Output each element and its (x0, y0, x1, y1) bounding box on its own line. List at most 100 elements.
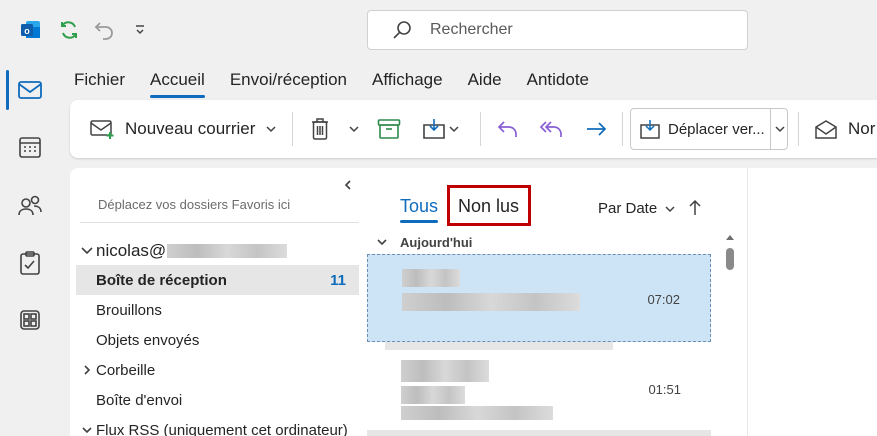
message-list: Tous Non lus Par Date Aujourd'hui 07:02 … (365, 168, 747, 436)
redacted-preview (401, 406, 553, 420)
move-to-button[interactable] (422, 100, 460, 158)
app-rail (0, 60, 60, 436)
folder-label: Flux RSS (uniquement cet ordinateur) (96, 421, 348, 436)
highlight-box (447, 185, 531, 226)
folder-label: Brouillons (96, 301, 162, 319)
chevron-down-icon[interactable] (348, 123, 360, 135)
favorites-hint: Déplacez vos dossiers Favoris ici (98, 197, 291, 212)
chevron-down-icon[interactable] (774, 123, 786, 135)
move-folder-icon (423, 119, 445, 139)
tab-aide[interactable]: Aide (468, 70, 502, 92)
tab-antidote[interactable]: Antidote (527, 70, 589, 92)
mail-icon[interactable] (0, 65, 60, 115)
mark-read-button[interactable]: Nor (814, 100, 875, 158)
folder-label: Objets envoyés (96, 331, 200, 349)
title-bar: o Rechercher (0, 0, 877, 60)
move-folder-icon (640, 120, 660, 139)
group-header[interactable]: Aujourd'hui (365, 232, 711, 252)
chevron-down-icon (81, 247, 93, 255)
move-to-label: Déplacer ver... (668, 120, 765, 138)
folder-pane: Déplacez vos dossiers Favoris ici nicola… (70, 168, 365, 436)
chevron-right-icon[interactable] (81, 363, 93, 377)
folder-outbox[interactable]: Boîte d'envoi (76, 385, 359, 415)
folder-drafts[interactable]: Brouillons (76, 295, 359, 325)
separator (292, 112, 293, 146)
chevron-down-icon[interactable] (265, 123, 277, 135)
trash-icon (312, 118, 328, 140)
chevron-down-icon[interactable] (448, 123, 460, 135)
tab-envoi-reception[interactable]: Envoi/réception (230, 70, 347, 92)
open-envelope-icon (815, 120, 837, 139)
folder-inbox[interactable]: Boîte de réception 11 (76, 265, 359, 295)
separator (798, 112, 799, 146)
message-item[interactable]: 01:51 (367, 352, 711, 436)
divider (80, 222, 359, 223)
account-name: nicolas@ (96, 241, 167, 260)
customize-dropdown-icon[interactable] (127, 17, 153, 43)
unread-count: 11 (330, 271, 346, 289)
scroll-up-icon[interactable] (725, 232, 735, 242)
tab-fichier[interactable]: Fichier (74, 70, 125, 92)
svg-text:o: o (24, 26, 30, 36)
new-mail-label: Nouveau courrier (125, 119, 256, 138)
message-divider (385, 342, 613, 350)
search-placeholder: Rechercher (430, 21, 513, 38)
sort-dropdown[interactable]: Par Date (598, 200, 676, 217)
forward-icon (587, 122, 607, 136)
separator (480, 112, 481, 146)
redacted-subject (401, 386, 465, 404)
redacted-subject (402, 293, 580, 311)
undo-icon[interactable] (92, 17, 118, 43)
folder-label: Corbeille (96, 361, 156, 379)
sort-label: Par Date (598, 200, 658, 217)
move-to-folder-button[interactable]: Déplacer ver... (630, 108, 788, 150)
people-icon[interactable] (0, 181, 60, 231)
message-item[interactable]: 07:02 (367, 254, 711, 342)
sync-icon[interactable] (56, 17, 82, 43)
archive-button[interactable] (377, 100, 401, 158)
collapse-pane-icon[interactable] (342, 178, 354, 192)
redacted-sender (402, 269, 460, 287)
apps-icon[interactable] (0, 295, 60, 345)
chevron-down-icon (377, 239, 387, 246)
reading-pane (747, 168, 877, 436)
tab-accueil[interactable]: Accueil (150, 70, 205, 98)
chevron-down-icon (665, 205, 675, 212)
reply-all-button[interactable] (539, 100, 565, 158)
folder-rss[interactable]: Flux RSS (uniquement cet ordinateur) (76, 415, 359, 436)
search-box[interactable]: Rechercher (367, 10, 748, 50)
message-divider (367, 430, 711, 436)
ribbon-toolbar: Nouveau courrier Déplacer ver... Nor (70, 100, 877, 158)
calendar-icon[interactable] (0, 122, 60, 172)
tab-all[interactable]: Tous (400, 196, 439, 223)
folder-deleted[interactable]: Corbeille (76, 355, 359, 385)
redacted-email (167, 244, 288, 258)
mark-read-label: Nor (848, 119, 876, 138)
message-time: 07:02 (647, 292, 680, 307)
new-mail-icon (90, 120, 114, 139)
new-mail-button[interactable]: Nouveau courrier (90, 100, 277, 158)
filter-tabs: Tous Non lus Par Date (365, 168, 747, 228)
tab-affichage[interactable]: Affichage (372, 70, 443, 92)
reply-all-icon (539, 121, 562, 137)
group-label: Aujourd'hui (400, 234, 473, 250)
todo-icon[interactable] (0, 238, 60, 288)
menu-bar: Fichier Accueil Envoi/réception Affichag… (74, 70, 614, 98)
folder-label: Boîte d'envoi (96, 391, 183, 409)
chevron-down-icon[interactable] (81, 423, 93, 436)
scrollbar[interactable] (722, 230, 740, 436)
separator (622, 112, 623, 146)
account-header[interactable]: nicolas@ (80, 241, 288, 261)
redacted-sender (401, 360, 489, 382)
archive-icon (377, 119, 401, 139)
scrollbar-thumb[interactable] (726, 248, 734, 270)
folder-sent[interactable]: Objets envoyés (76, 325, 359, 355)
forward-button[interactable] (584, 100, 608, 158)
sort-direction-icon[interactable] (688, 199, 702, 217)
folder-label: Boîte de réception (96, 271, 227, 289)
reply-icon (497, 121, 517, 137)
reply-button[interactable] (496, 100, 520, 158)
outlook-logo-icon: o (18, 17, 44, 43)
delete-button[interactable] (310, 100, 360, 158)
search-icon (393, 21, 411, 39)
